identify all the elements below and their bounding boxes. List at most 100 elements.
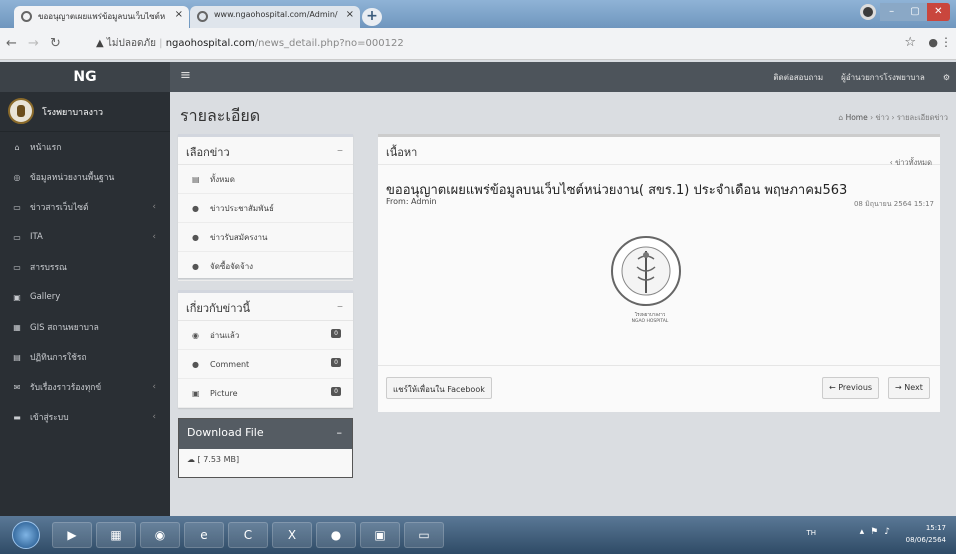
close-window-icon[interactable]: ✕ — [926, 3, 950, 21]
hospital-logo — [8, 98, 34, 124]
tab-close-icon[interactable]: × — [175, 9, 183, 20]
comment-icon: ● — [192, 359, 199, 369]
file-explorer-icon[interactable]: ▦ — [96, 522, 136, 548]
chevron-left-icon: ‹ — [152, 412, 156, 422]
window-controls: – ▢ ✕ — [880, 3, 950, 21]
select-news-box: เลือกข่าว – ▤ ทั้งหมด ● ข่าวประชาสัมพันธ์ … — [178, 134, 353, 281]
circle-icon: ● — [192, 203, 199, 213]
previous-button[interactable]: ← Previous — [822, 377, 880, 399]
arrow-right-icon: → — [895, 383, 902, 392]
maximize-icon[interactable]: ▢ — [903, 3, 927, 21]
sidebar-hospital-name: โรงพยาบาลงาว — [42, 108, 104, 118]
folder-window-icon[interactable]: ▭ — [404, 522, 444, 548]
clock-time: 15:17 — [925, 524, 946, 532]
minimize-icon[interactable]: – — [880, 3, 904, 21]
all-news-link[interactable]: ‹ ข่าวทั้งหมด — [890, 157, 932, 169]
sidebar-item[interactable]: ⌂ หน้าแรก — [0, 132, 170, 162]
sidebar-item[interactable]: ▭ สารบรรณ — [0, 252, 170, 282]
clock[interactable]: 15:17 08/06/2564 — [906, 522, 946, 546]
browser-tab-active[interactable]: ขออนุญาตเผยแพร่ข้อมูลบนเว็บไซต์ห × — [14, 6, 189, 28]
tab-title: www.ngaohospital.com/Admin/ — [214, 10, 338, 19]
contact-link[interactable]: ติดต่อสอบถาม — [773, 71, 823, 84]
about-news-title: เกี่ยวกับข่าวนี้ — [186, 302, 251, 315]
system-tray-icons[interactable]: ▴⚑♪ — [860, 527, 896, 537]
forward-arrow-icon[interactable]: → — [28, 36, 39, 51]
sidebar-item[interactable]: ▭ ITA ‹ — [0, 222, 170, 252]
sidebar-item-label: ปฏิทินการใช้รถ — [30, 353, 87, 363]
share-facebook-button[interactable]: แชร์ให้เพื่อนใน Facebook — [386, 377, 492, 399]
info-icon: ◎ — [13, 172, 21, 182]
browser-tab[interactable]: www.ngaohospital.com/Admin/ × — [190, 6, 360, 28]
stat-label: Comment — [210, 359, 250, 369]
circle-icon: ● — [192, 232, 199, 242]
url-field[interactable]: ▲ ไม่ปลอดภัย | ngaohospital.com/news_det… — [96, 36, 404, 51]
start-button[interactable] — [12, 521, 40, 549]
back-arrow-icon[interactable]: ← — [6, 36, 17, 51]
chrome-icon[interactable]: ◉ — [140, 522, 180, 548]
news-filter-procurement[interactable]: ● จัดซื้อจัดจ้าง — [178, 252, 353, 281]
collapse-minus-icon[interactable]: – — [337, 299, 343, 313]
content-area: รายละเอียด ⌂ Home › ข่าว › รายละเอียดข่า… — [170, 92, 956, 516]
download-box: Download File – ☁ [ 7.53 MB] — [178, 418, 353, 478]
tab-close-icon[interactable]: × — [346, 9, 354, 20]
bookmark-star-icon[interactable]: ☆ — [904, 35, 916, 50]
settings-gears-icon[interactable]: ⚙ — [943, 73, 950, 82]
sidebar-item[interactable]: ▤ ปฏิทินการใช้รถ — [0, 342, 170, 372]
sidebar-item[interactable]: ▬ เข้าสู่ระบบ ‹ — [0, 402, 170, 432]
new-tab-button[interactable]: + — [362, 8, 382, 26]
ministry-seal-image — [611, 236, 681, 306]
seal-caption-en: NGAO HOSPITAL — [631, 319, 669, 324]
collapse-minus-icon[interactable]: – — [337, 143, 343, 157]
filter-label: จัดซื้อจัดจ้าง — [210, 261, 254, 271]
sidebar-item[interactable]: ◎ ข้อมูลหน่วยงานพื้นฐาน — [0, 162, 170, 192]
count-badge: 0 — [331, 387, 341, 396]
brand-logo[interactable]: NG — [0, 62, 170, 92]
sidebar-item-label: ITA — [30, 232, 43, 242]
image-viewer-icon[interactable]: ▣ — [360, 522, 400, 548]
sidebar-item[interactable]: ✉ รับเรื่องราวร้องทุกข์ ‹ — [0, 372, 170, 402]
circle-icon: ● — [192, 261, 199, 271]
stat-label: Picture — [210, 388, 238, 398]
about-news-header: เกี่ยวกับข่าวนี้ – — [178, 293, 353, 321]
news-filter-all[interactable]: ▤ ทั้งหมด — [178, 165, 353, 194]
about-news-box: เกี่ยวกับข่าวนี้ – ◉ อ่านแล้ว 0 ● Comment 0 … — [178, 290, 353, 408]
sidebar-item-label: ข่าวสารเว็บไซต์ — [30, 203, 89, 213]
profile-icon[interactable] — [860, 4, 876, 20]
insecure-label: ไม่ปลอดภัย — [106, 38, 156, 49]
tab-globe-icon — [197, 11, 208, 22]
seal-caption: โรงพยาบาลงาว NGAO HOSPITAL — [610, 313, 690, 325]
news-title: ขออนุญาตเผยแพร่ข้อมูลบนเว็บไซต์หน่วยงาน(… — [386, 183, 848, 198]
excel-icon[interactable]: X — [272, 522, 312, 548]
next-button[interactable]: → Next — [888, 377, 930, 399]
news-detail-box: เนื้อหา ‹ ข่าวทั้งหมด ขออนุญาตเผยแพร่ข้อ… — [378, 134, 940, 412]
collapse-minus-icon[interactable]: – — [337, 426, 343, 439]
account-icon[interactable]: ● — [928, 36, 938, 49]
breadcrumb-home[interactable]: Home — [846, 113, 868, 122]
count-badge: 0 — [331, 329, 341, 338]
media-player-icon[interactable]: ▶ — [52, 522, 92, 548]
news-filter-pr[interactable]: ● ข่าวประชาสัมพันธ์ — [178, 194, 353, 223]
director-link[interactable]: ผู้อำนวยการโรงพยาบาล — [841, 71, 925, 84]
hamburger-menu-icon[interactable]: ≡ — [180, 68, 191, 83]
browser-tabstrip: ขออนุญาตเผยแพร่ข้อมูลบนเว็บไซต์ห × www.n… — [0, 0, 956, 28]
sidebar-item-label: GIS สถานพยาบาล — [30, 323, 99, 333]
news-filter-jobs[interactable]: ● ข่าวรับสมัครงาน — [178, 223, 353, 252]
reload-icon[interactable]: ↻ — [50, 36, 61, 51]
news-date: 08 มิถุนายน 2564 15:17 — [853, 200, 934, 208]
line-app-icon[interactable]: ● — [316, 522, 356, 548]
breadcrumb-news[interactable]: ข่าว — [876, 113, 890, 122]
image-icon: ▣ — [13, 292, 21, 302]
sidebar-item[interactable]: ▦ GIS สถานพยาบาล — [0, 312, 170, 342]
count-badge: 0 — [331, 358, 341, 367]
language-indicator[interactable]: TH — [806, 529, 816, 537]
ccleaner-icon[interactable]: C — [228, 522, 268, 548]
download-link[interactable]: ☁ [ 7.53 MB] — [179, 449, 352, 470]
kebab-menu-icon[interactable]: ⋮ — [940, 35, 952, 49]
internet-explorer-icon[interactable]: e — [184, 522, 224, 548]
top-nav: ติดต่อสอบถาม ผู้อำนวยการโรงพยาบาล ⚙ — [773, 62, 950, 92]
mail-icon: ✉ — [13, 382, 21, 392]
sidebar-item[interactable]: ▣ Gallery — [0, 282, 170, 312]
top-navbar: ≡ ติดต่อสอบถาม ผู้อำนวยการโรงพยาบาล ⚙ — [170, 62, 956, 92]
sidebar-item[interactable]: ▭ ข่าวสารเว็บไซต์ ‹ — [0, 192, 170, 222]
filter-label: ข่าวรับสมัครงาน — [210, 232, 268, 242]
